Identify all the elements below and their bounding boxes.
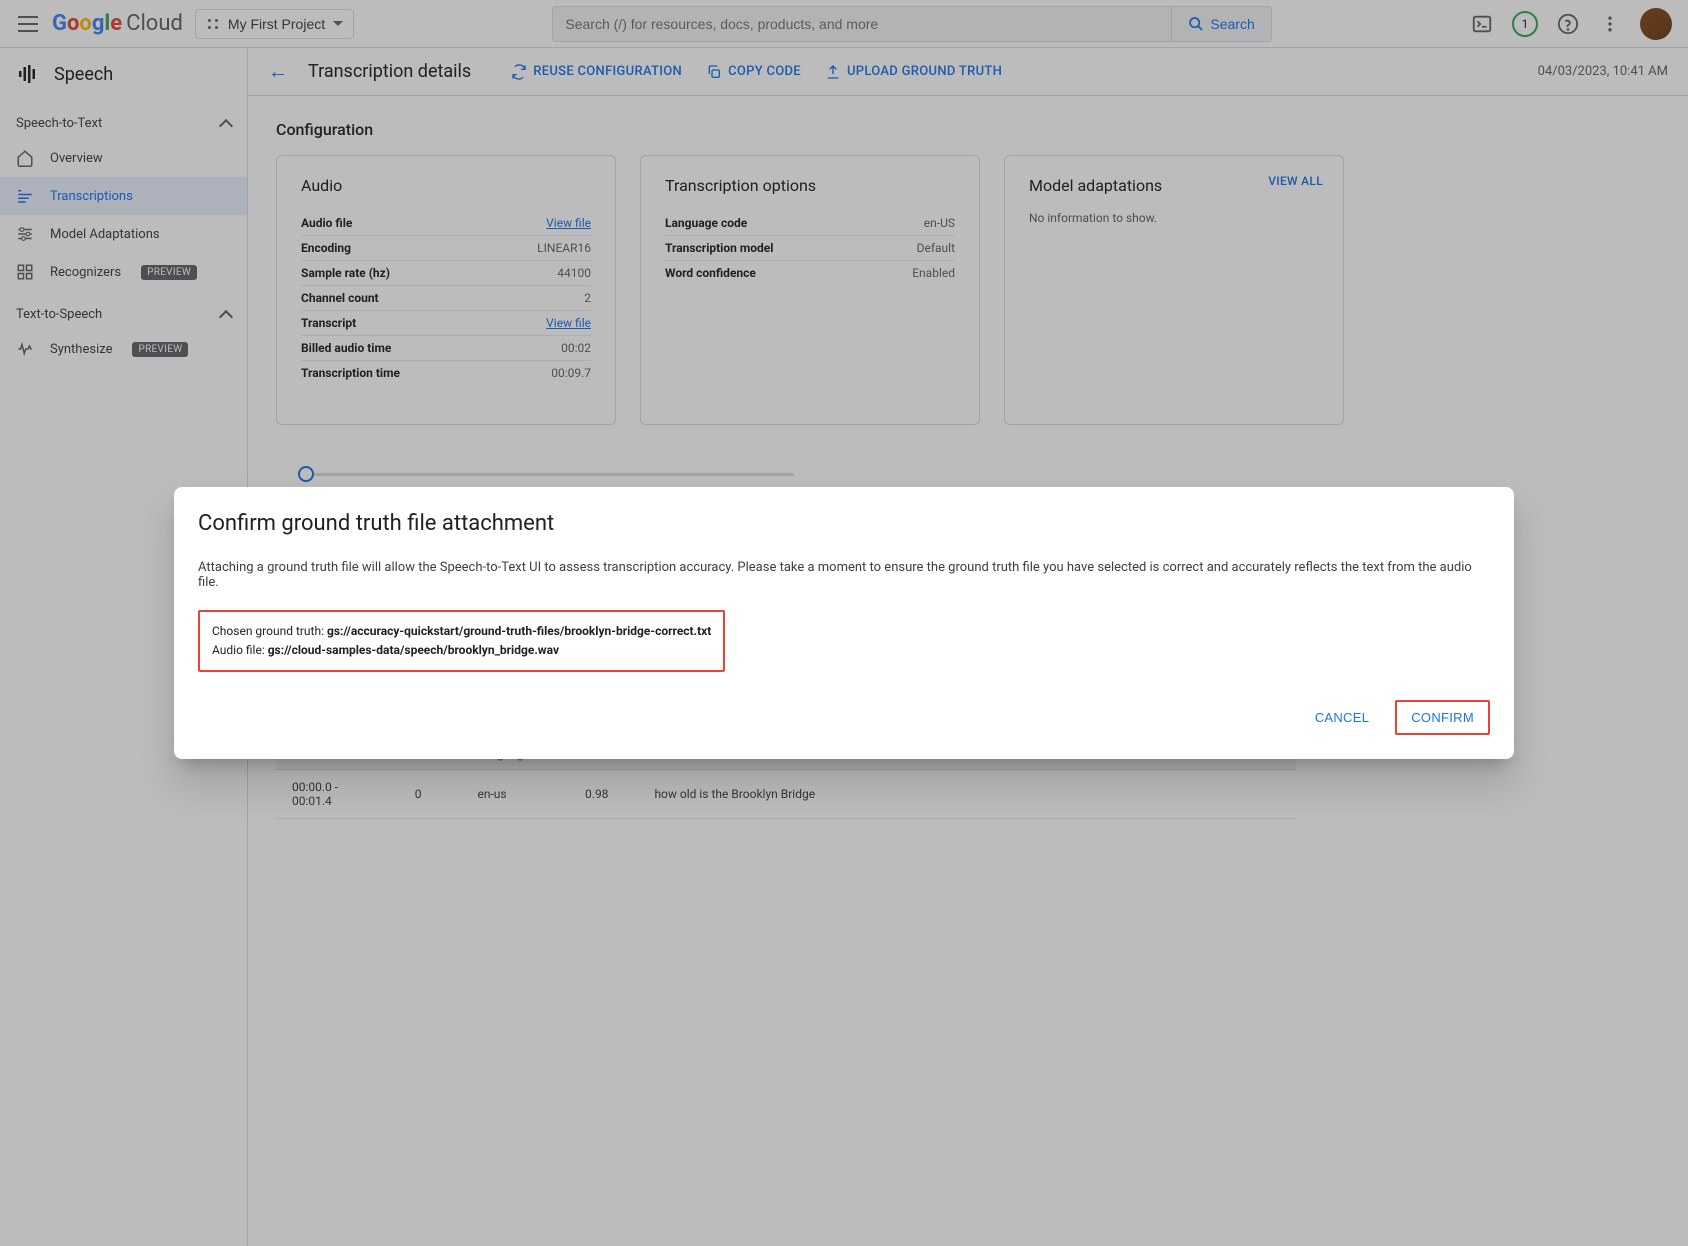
- confirm-button[interactable]: CONFIRM: [1395, 700, 1490, 735]
- cancel-button[interactable]: CANCEL: [1301, 700, 1384, 735]
- audio-file-path: gs://cloud-samples-data/speech/brooklyn_…: [268, 643, 559, 657]
- modal-filebox: Chosen ground truth: gs://accuracy-quick…: [198, 610, 725, 672]
- chosen-ground-truth-path: gs://accuracy-quickstart/ground-truth-fi…: [327, 624, 711, 638]
- confirm-modal: Confirm ground truth file attachment Att…: [174, 487, 1514, 759]
- modal-overlay: Confirm ground truth file attachment Att…: [0, 0, 1688, 1246]
- modal-title: Confirm ground truth file attachment: [198, 511, 1490, 536]
- modal-body: Attaching a ground truth file will allow…: [198, 560, 1490, 590]
